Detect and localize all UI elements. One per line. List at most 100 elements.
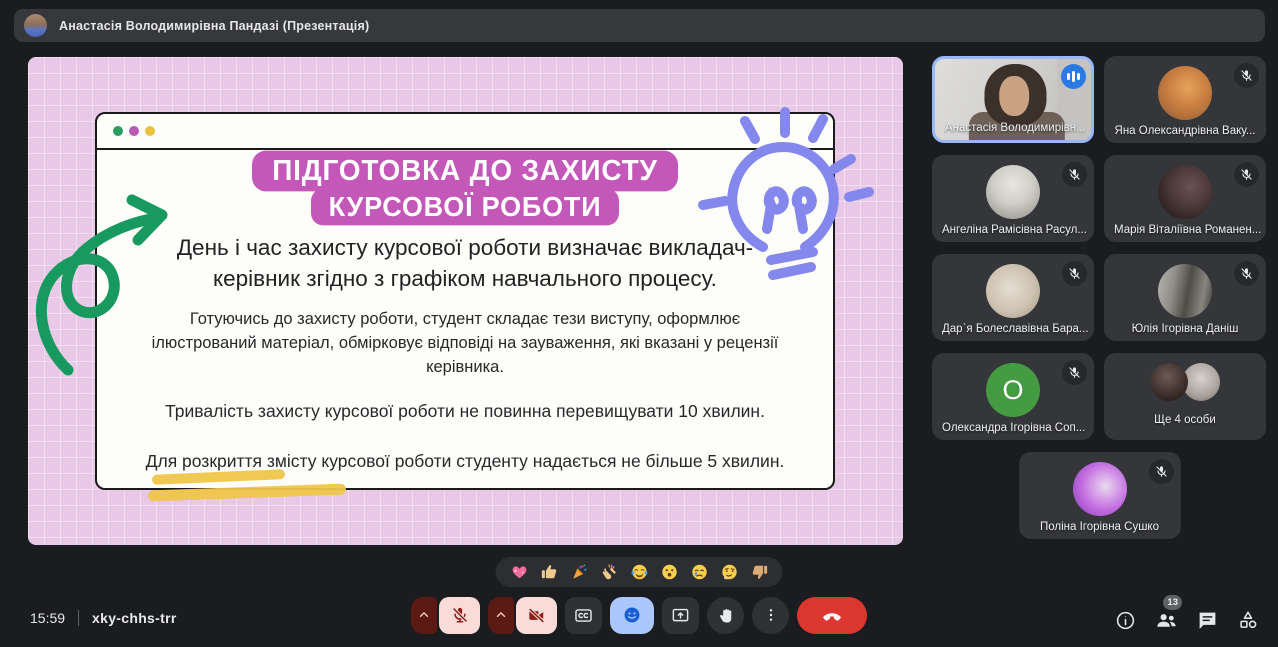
participants-count-badge: 13 xyxy=(1163,595,1182,610)
meet-window: Анастасія Володимирівна Пандазі (Презент… xyxy=(0,0,1278,647)
participants-panel-button[interactable]: 13 xyxy=(1154,608,1178,632)
mic-muted-icon xyxy=(1149,459,1174,484)
people-icon xyxy=(1155,609,1178,632)
participant-name: Олександра Ігорівна Соп... xyxy=(932,422,1094,434)
participant-tile-yuliia[interactable]: Юлія Ігорівна Даніш xyxy=(1104,254,1266,341)
slide-title-line1: ПІДГОТОВКА ДО ЗАХИСТУ xyxy=(252,151,678,191)
info-icon xyxy=(1115,610,1136,631)
yellow-highlight-stroke xyxy=(148,484,346,502)
slide-paragraph-4: Для розкриття змісту курсової роботи сту… xyxy=(97,451,833,472)
mic-muted-icon xyxy=(1062,360,1087,385)
participant-name: Юлія Ігорівна Даніш xyxy=(1104,323,1266,335)
chevron-up-icon xyxy=(494,608,508,622)
avatar xyxy=(1158,66,1212,120)
slide-card-body: ПІДГОТОВКА ДО ЗАХИСТУ КУРСОВОЇ РОБОТИ Де… xyxy=(97,150,833,488)
window-dot-green xyxy=(113,126,123,136)
avatar xyxy=(1158,165,1212,219)
reactions-bar xyxy=(496,557,783,587)
avatar xyxy=(986,264,1040,318)
raise-hand-button[interactable] xyxy=(707,597,744,634)
avatar xyxy=(986,165,1040,219)
panel-buttons: 13 xyxy=(1113,608,1260,632)
mic-off-icon xyxy=(451,606,469,624)
camera-control-group xyxy=(488,597,557,634)
avatar xyxy=(1158,264,1212,318)
participants-grid: Анастасія Володимирівн... Яна Олександрі… xyxy=(932,56,1267,539)
mic-muted-icon xyxy=(1062,162,1087,187)
participant-tile-oleksandra[interactable]: О Олександра Ігорівна Соп... xyxy=(932,353,1094,440)
chevron-up-icon xyxy=(417,608,431,622)
chat-icon xyxy=(1197,610,1218,631)
reaction-thinking-face-icon[interactable] xyxy=(720,563,739,582)
captions-button[interactable] xyxy=(565,597,602,634)
avatar-initial: О xyxy=(986,363,1040,417)
presenter-avatar xyxy=(24,14,47,37)
call-end-icon xyxy=(821,604,843,626)
presenter-banner: Анастасія Володимирівна Пандазі (Презент… xyxy=(14,9,1265,42)
more-participants-tile[interactable]: Ще 4 особи xyxy=(1104,353,1266,440)
meeting-info: 15:59 xky-chhs-trr xyxy=(30,610,177,626)
participant-name: Яна Олександрівна Ваку... xyxy=(1104,125,1266,137)
slide-paragraph-2: Готуючись до захисту роботи, студент скл… xyxy=(97,308,833,380)
participant-name: Дар`я Болеславівна Бара... xyxy=(932,323,1094,335)
participant-name: Анастасія Володимирівн... xyxy=(935,122,1091,134)
mic-muted-icon xyxy=(1234,63,1259,88)
mic-control-group xyxy=(411,597,480,634)
raise-hand-icon xyxy=(717,606,735,624)
window-dot-yellow xyxy=(145,126,155,136)
reaction-clapping-hands-icon[interactable] xyxy=(600,563,619,582)
participant-tile-anastasiia[interactable]: Анастасія Володимирівн... xyxy=(932,56,1094,143)
participant-tile-mariia[interactable]: Марія Віталіївна Романен... xyxy=(1104,155,1266,242)
activities-button[interactable] xyxy=(1236,608,1260,632)
meeting-details-button[interactable] xyxy=(1113,608,1137,632)
mic-muted-icon xyxy=(1234,261,1259,286)
mic-muted-icon xyxy=(1234,162,1259,187)
camera-options-button[interactable] xyxy=(488,597,514,634)
audio-level-icon xyxy=(1061,64,1086,89)
videocam-off-icon xyxy=(527,606,546,625)
reaction-sparkling-heart-icon[interactable] xyxy=(510,563,529,582)
present-screen-button[interactable] xyxy=(662,597,699,634)
meeting-code: xky-chhs-trr xyxy=(92,610,177,626)
slide-paragraph-3: Тривалість захисту курсової роботи не по… xyxy=(97,401,833,422)
mic-options-button[interactable] xyxy=(411,597,437,634)
reaction-surprised-face-icon[interactable] xyxy=(660,563,679,582)
slide-title-line2: КУРСОВОЇ РОБОТИ xyxy=(311,188,620,225)
reaction-thumbs-up-icon[interactable] xyxy=(540,563,559,582)
slide-paragraph-1: День і час захисту курсової роботи визна… xyxy=(97,232,833,295)
participant-name: Марія Віталіївна Романен... xyxy=(1104,224,1266,236)
mic-muted-icon xyxy=(1062,261,1087,286)
clock: 15:59 xyxy=(30,610,65,626)
camera-off-button[interactable] xyxy=(516,597,557,634)
reaction-party-popper-icon[interactable] xyxy=(570,563,589,582)
participant-name: Поліна Ігорівна Сушко xyxy=(1019,521,1181,533)
slide-card: ПІДГОТОВКА ДО ЗАХИСТУ КУРСОВОЇ РОБОТИ Де… xyxy=(95,112,835,490)
more-options-button[interactable] xyxy=(752,597,789,634)
participant-tile-polina[interactable]: Поліна Ігорівна Сушко xyxy=(1019,452,1181,539)
activities-icon xyxy=(1237,609,1259,631)
avatar xyxy=(1073,462,1127,516)
reaction-face-with-tears-of-joy-icon[interactable] xyxy=(630,563,649,582)
slide-card-header xyxy=(97,114,833,150)
mic-mute-button[interactable] xyxy=(439,597,480,634)
reaction-thumbs-down-icon[interactable] xyxy=(750,563,769,582)
meet-controls xyxy=(411,596,867,634)
captions-icon xyxy=(574,606,593,625)
participant-tile-yana[interactable]: Яна Олександрівна Ваку... xyxy=(1104,56,1266,143)
overflow-label: Ще 4 особи xyxy=(1104,414,1266,426)
participant-tile-daria[interactable]: Дар`я Болеславівна Бара... xyxy=(932,254,1094,341)
participant-tile-anhelina[interactable]: Ангеліна Рамісівна Расул... xyxy=(932,155,1094,242)
reaction-crying-face-icon[interactable] xyxy=(690,563,709,582)
more-vert-icon xyxy=(763,607,779,623)
present-to-all-icon xyxy=(671,606,690,625)
slide-title: ПІДГОТОВКА ДО ЗАХИСТУ КУРСОВОЇ РОБОТИ xyxy=(97,151,833,225)
reactions-toggle-button[interactable] xyxy=(610,597,654,634)
chat-panel-button[interactable] xyxy=(1195,608,1219,632)
presenter-label: Анастасія Володимирівна Пандазі (Презент… xyxy=(59,19,369,33)
window-dot-purple xyxy=(129,126,139,136)
shared-presentation: ПІДГОТОВКА ДО ЗАХИСТУ КУРСОВОЇ РОБОТИ Де… xyxy=(28,57,903,545)
overflow-avatars xyxy=(1150,363,1220,401)
leave-call-button[interactable] xyxy=(797,597,867,634)
divider xyxy=(78,610,79,626)
participant-name: Ангеліна Рамісівна Расул... xyxy=(932,224,1094,236)
